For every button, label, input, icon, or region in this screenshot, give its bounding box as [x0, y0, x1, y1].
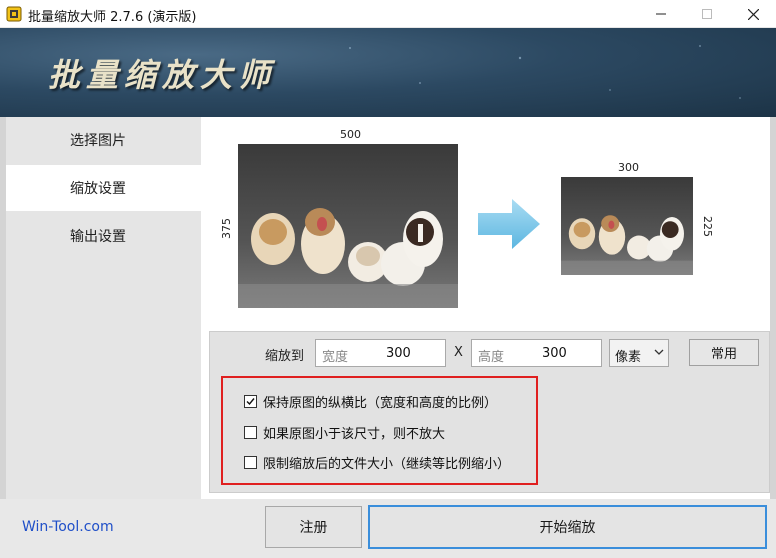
height-value: 300 — [542, 346, 567, 361]
common-sizes-button[interactable]: 常用 — [689, 339, 759, 366]
checkbox-unchecked[interactable] — [244, 456, 257, 469]
width-value: 300 — [386, 346, 411, 361]
option-keep-aspect-ratio[interactable]: 保持原图的纵横比（宽度和高度的比例） — [244, 392, 497, 411]
banner-title: 批量缩放大师 — [48, 56, 277, 94]
unit-select[interactable]: 像素 — [609, 339, 669, 367]
checkbox-checked[interactable] — [244, 395, 257, 408]
source-width-label: 500 — [340, 128, 361, 141]
width-input[interactable]: 宽度 300 — [315, 339, 446, 367]
sidebar-item-select-images[interactable]: 选择图片 — [6, 117, 201, 163]
target-image-preview — [561, 177, 693, 275]
option-limit-file-size[interactable]: 限制缩放后的文件大小（继续等比例缩小） — [244, 453, 510, 472]
chevron-down-icon — [654, 349, 664, 355]
close-icon — [747, 8, 759, 20]
register-button[interactable]: 注册 — [265, 506, 362, 548]
window-title: 批量缩放大师 2.7.6 (演示版) — [28, 10, 197, 25]
height-input[interactable]: 高度 300 — [471, 339, 602, 367]
option-label: 保持原图的纵横比（宽度和高度的比例） — [263, 396, 498, 411]
sidebar-item-label: 输出设置 — [70, 229, 126, 245]
header-banner: 批量缩放大师 — [0, 28, 776, 117]
app-icon — [6, 6, 22, 22]
website-link[interactable]: Win-Tool.com — [22, 519, 114, 535]
target-height-label: 225 — [701, 216, 714, 237]
close-button[interactable] — [730, 0, 776, 28]
source-height-label: 375 — [220, 218, 233, 239]
option-label: 如果原图小于该尺寸，则不放大 — [263, 427, 446, 442]
title-bar: 批量缩放大师 2.7.6 (演示版) — [0, 0, 776, 28]
height-placeholder: 高度 — [478, 350, 505, 365]
minimize-icon — [656, 13, 666, 15]
option-no-upscale[interactable]: 如果原图小于该尺寸，则不放大 — [244, 423, 445, 442]
minimize-button[interactable] — [638, 0, 684, 28]
dimension-separator: X — [454, 345, 463, 360]
sidebar-item-scale-settings[interactable]: 缩放设置 — [6, 165, 201, 211]
sidebar-item-label: 选择图片 — [70, 133, 126, 149]
sidebar-item-label: 缩放设置 — [70, 181, 126, 197]
sidebar-item-output-settings[interactable]: 输出设置 — [6, 213, 201, 259]
start-scaling-button[interactable]: 开始缩放 — [368, 505, 767, 549]
arrow-right-icon — [478, 199, 540, 249]
scale-to-label: 缩放到 — [265, 349, 305, 364]
unit-value: 像素 — [615, 350, 642, 365]
maximize-button[interactable] — [684, 0, 730, 28]
maximize-icon — [702, 9, 712, 19]
source-image-preview — [238, 144, 458, 308]
checkbox-unchecked[interactable] — [244, 426, 257, 439]
width-placeholder: 宽度 — [322, 350, 349, 365]
checkmark-icon — [246, 398, 255, 406]
option-label: 限制缩放后的文件大小（继续等比例缩小） — [263, 457, 511, 472]
target-width-label: 300 — [618, 161, 639, 174]
